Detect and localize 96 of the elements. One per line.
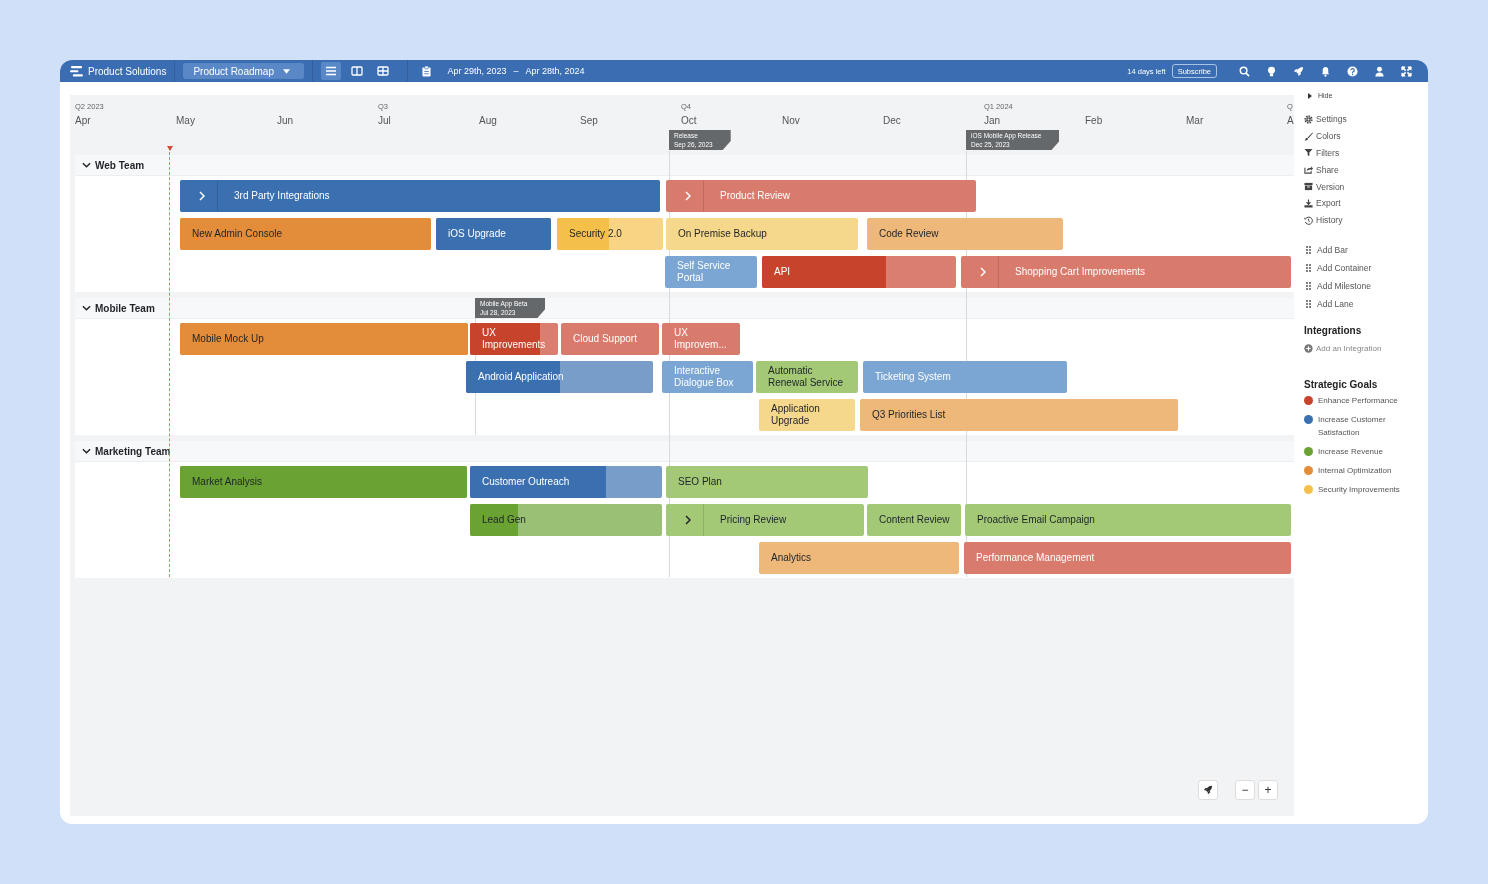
zoom-out-button[interactable]: −	[1235, 780, 1255, 800]
roadmap-bar[interactable]: Code Review	[867, 218, 1063, 250]
month-label: Jul	[378, 115, 392, 126]
search-icon[interactable]	[1239, 65, 1250, 77]
end-date[interactable]: Apr 28th, 2024	[525, 66, 585, 76]
help-icon[interactable]	[1347, 65, 1358, 77]
section-heading: Integrations	[1304, 324, 1362, 336]
share-menu-item[interactable]: Share	[1304, 161, 1347, 179]
share-icon	[1304, 165, 1313, 175]
drag-handle-icon	[1306, 263, 1311, 272]
fullscreen-icon[interactable]	[1401, 65, 1412, 77]
roadmap-bar[interactable]: Automatic Renewal Service	[756, 361, 858, 393]
list-icon	[325, 66, 338, 76]
caret-icon	[283, 68, 290, 74]
roadmap-dropdown[interactable]: Product Roadmap	[183, 63, 305, 79]
roadmap-bar[interactable]: Customer Outreach	[470, 466, 662, 498]
roadmap-bar[interactable]: On Premise Backup	[666, 218, 858, 250]
rocket-icon	[1203, 785, 1213, 795]
drag-handle-icon	[1306, 281, 1311, 290]
rocket-icon[interactable]	[1293, 65, 1304, 77]
add-menu-item[interactable]: Add Bar	[1304, 240, 1372, 259]
lightbulb-icon[interactable]	[1266, 65, 1277, 77]
month-label: Aug	[479, 115, 498, 126]
month-label: Jun	[277, 115, 295, 126]
drag-handle-icon	[1306, 245, 1311, 254]
filters-menu-item[interactable]: Filters	[1304, 144, 1347, 162]
month-label: Nov	[782, 115, 801, 126]
month-label: Dec	[883, 115, 902, 126]
clipboard-icon[interactable]	[422, 65, 432, 77]
roadmap-bar[interactable]: Analytics	[759, 542, 959, 574]
brush-icon	[1304, 131, 1313, 141]
month-label: Mar	[1186, 115, 1205, 126]
funnel-icon	[1304, 148, 1313, 158]
roadmap-bar[interactable]: iOS Upgrade	[436, 218, 551, 250]
user-icon[interactable]	[1374, 65, 1385, 77]
settings-menu-item[interactable]: Settings	[1304, 111, 1347, 128]
roadmap-bar[interactable]: SEO Plan	[666, 466, 868, 498]
roadmap-bar[interactable]: 3rd Party Integrations	[180, 180, 660, 212]
roadmap-bar[interactable]: Content Review	[867, 504, 961, 536]
goal-label: Increase Customer Satisfaction	[1318, 414, 1387, 440]
zoom-in-button[interactable]: +	[1258, 780, 1278, 800]
history-icon	[1304, 215, 1313, 225]
roadmap-bar[interactable]: Proactive Email Campaign	[965, 504, 1291, 536]
month-label: Apr	[75, 115, 92, 126]
chevron-icon	[82, 448, 91, 454]
lane-toggle[interactable]: Mobile Team	[75, 298, 155, 318]
month-label: Sep	[580, 115, 599, 126]
history-menu-item[interactable]: History	[1304, 211, 1347, 229]
columns-icon	[351, 66, 364, 76]
goal-label: Internal Optimization	[1318, 465, 1392, 478]
add-menu-item[interactable]: Add Container	[1304, 258, 1372, 277]
colors-menu-item[interactable]: Colors	[1304, 127, 1347, 145]
roadmap-bar[interactable]: Market Analysis	[180, 466, 467, 498]
roadmap-bar[interactable]: Application Upgrade	[759, 399, 855, 431]
goal-label: Enhance Performance	[1318, 395, 1398, 408]
start-date[interactable]: Apr 29th, 2023	[447, 66, 507, 76]
month-label: Oct	[681, 115, 698, 126]
roadmap-bar[interactable]: Pricing Review	[666, 504, 864, 536]
roadmap-bar[interactable]: Android Application	[466, 361, 653, 393]
lane-toggle[interactable]: Web Team	[75, 155, 145, 175]
version-menu-item[interactable]: Version	[1304, 178, 1347, 195]
download-icon	[1304, 198, 1313, 208]
roadmap-bar[interactable]: New Admin Console	[180, 218, 431, 250]
section-heading: Strategic Goals	[1304, 379, 1378, 391]
month-label: A	[1287, 115, 1294, 126]
bell-icon[interactable]	[1320, 65, 1331, 77]
month-label: Feb	[1085, 115, 1104, 126]
drag-handle-icon	[1306, 299, 1311, 308]
chevron-icon	[82, 162, 91, 168]
roadmap-bar[interactable]: API	[762, 256, 956, 288]
roadmap-bar[interactable]: Q3 Priorities List	[860, 399, 1178, 431]
roadmap-bar[interactable]: Lead Gen	[470, 504, 662, 536]
logo-icon	[70, 65, 83, 77]
add-menu-item[interactable]: Add Milestone	[1304, 276, 1372, 295]
plus-circle-icon	[1304, 344, 1313, 354]
goal-label: Increase Revenue	[1318, 446, 1383, 459]
lane-toggle[interactable]: Marketing Team	[75, 441, 171, 461]
roadmap-bar[interactable]: UX Improvements	[470, 323, 558, 355]
grid-icon	[377, 66, 390, 76]
roadmap-bar[interactable]: Security 2.0	[557, 218, 663, 250]
date-separator: –	[513, 66, 519, 76]
month-label: May	[176, 115, 196, 126]
workspace-name[interactable]: Product Solutions	[88, 65, 167, 77]
export-menu-item[interactable]: Export	[1304, 195, 1347, 212]
month-label: Jan	[984, 115, 1002, 126]
roadmap-bar[interactable]: Mobile Mock Up	[180, 323, 468, 355]
goal-label: Security Improvements	[1318, 484, 1400, 497]
settings-icon	[1304, 114, 1313, 124]
chevron-icon	[82, 305, 91, 311]
rocket-button[interactable]	[1198, 780, 1218, 800]
triangle-icon	[1308, 92, 1312, 99]
chevron-icon[interactable]	[685, 515, 691, 525]
add-menu-item[interactable]: Add Lane	[1304, 294, 1372, 313]
archive-icon	[1304, 182, 1313, 192]
add-integration-link[interactable]: Add an Integration	[1304, 340, 1382, 358]
list-view-button[interactable]	[321, 62, 342, 80]
